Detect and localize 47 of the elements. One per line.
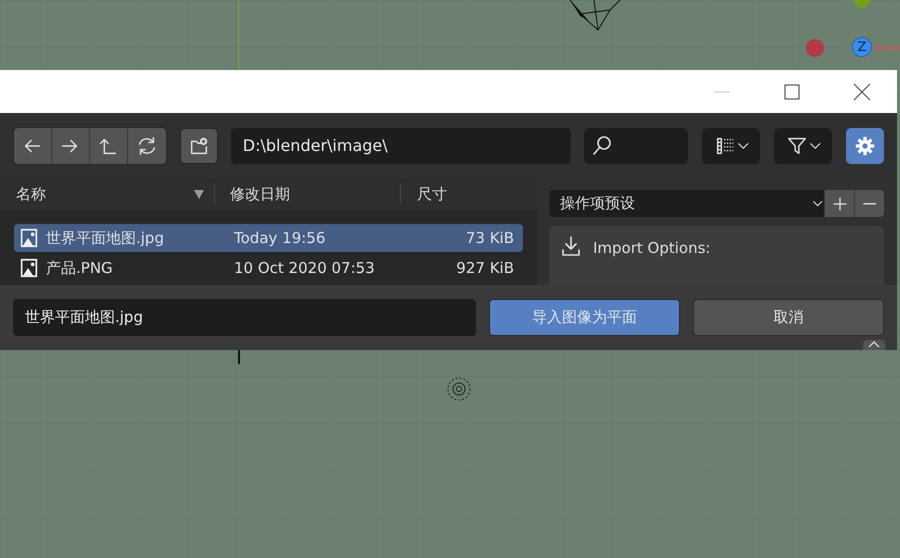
file-size: 73 KiB xyxy=(464,229,514,247)
file-row[interactable]: 世界平面地图.jpg Today 19:56 73 KiB xyxy=(14,224,523,252)
chevron-down-icon xyxy=(810,142,820,148)
z-axis-handle[interactable]: Z xyxy=(852,37,872,57)
cancel-button[interactable]: 取消 xyxy=(693,299,884,336)
axis-line xyxy=(873,47,900,48)
file-name: 产品.PNG xyxy=(46,258,113,278)
settings-icon xyxy=(854,134,876,156)
minus-icon xyxy=(862,202,876,204)
axis-line xyxy=(238,0,239,70)
column-header[interactable]: 尺寸 xyxy=(401,184,447,204)
file-date: Today 19:56 xyxy=(233,229,326,247)
file-row[interactable]: 产品.PNG 10 Oct 2020 07:53 927 KiB xyxy=(14,254,523,282)
maximize-icon xyxy=(784,84,800,100)
add-preset-button[interactable] xyxy=(824,190,854,217)
column-header[interactable]: 修改日期 xyxy=(215,184,401,204)
column-header[interactable]: 名称 xyxy=(0,184,215,204)
chevron-down-icon xyxy=(812,200,822,206)
minimize-icon xyxy=(714,90,730,92)
cursor-icon xyxy=(446,376,472,402)
refresh-button[interactable] xyxy=(128,128,166,164)
expand-button[interactable] xyxy=(863,340,885,350)
close-icon xyxy=(853,82,871,100)
axis-line xyxy=(238,350,240,364)
filter-dropdown[interactable] xyxy=(774,128,832,164)
new-folder-button[interactable] xyxy=(180,128,218,164)
preset-dropdown[interactable]: 操作项预设 xyxy=(549,190,824,217)
path-field[interactable]: D:\blender\image\ xyxy=(230,128,572,164)
file-date: 10 Oct 2020 07:53 xyxy=(233,259,376,277)
forward-button[interactable] xyxy=(52,128,90,164)
parent-folder-button[interactable] xyxy=(90,128,128,164)
import-icon xyxy=(559,234,583,258)
panel-title: Import Options: xyxy=(593,239,710,257)
x-axis-handle[interactable] xyxy=(806,39,824,57)
image-file-icon xyxy=(18,227,40,249)
filename-field[interactable]: 世界平面地图.jpg xyxy=(13,299,476,336)
display-mode-dropdown[interactable] xyxy=(702,128,760,164)
image-file-icon xyxy=(18,257,40,279)
search-field[interactable] xyxy=(584,128,688,164)
chevron-up-icon xyxy=(868,340,880,348)
sort-icon xyxy=(194,190,204,198)
chevron-down-icon xyxy=(738,142,748,148)
file-size: 927 KiB xyxy=(455,259,514,277)
settings-button[interactable] xyxy=(846,128,884,164)
back-button[interactable] xyxy=(14,128,52,164)
remove-preset-button[interactable] xyxy=(854,190,884,217)
file-name: 世界平面地图.jpg xyxy=(46,228,164,248)
